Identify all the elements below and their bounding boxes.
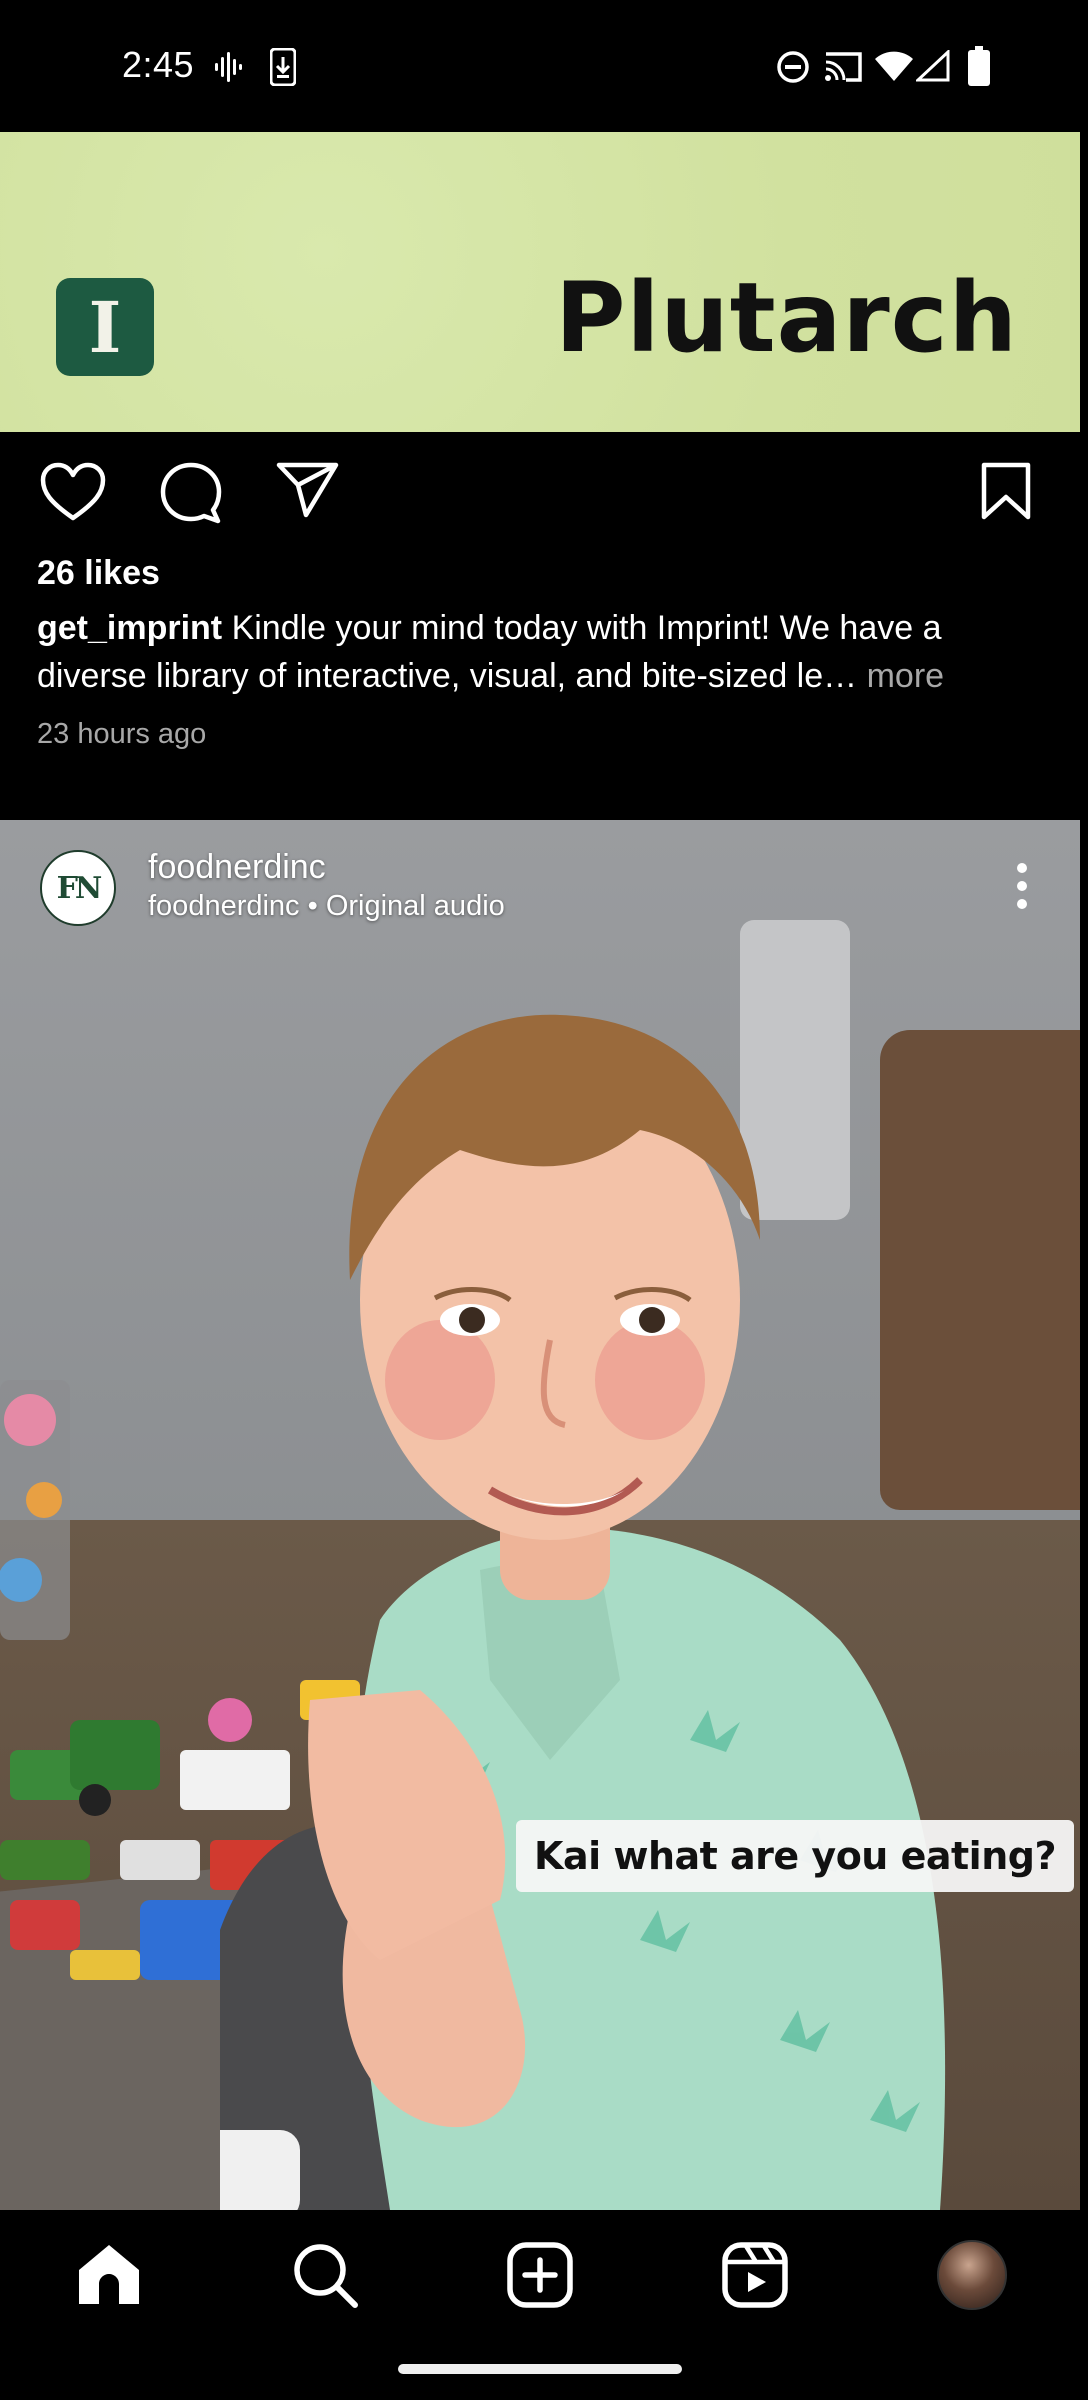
caption-username[interactable]: get_imprint [37, 609, 222, 647]
battery-icon [968, 46, 990, 86]
download-icon [270, 48, 296, 86]
home-indicator[interactable] [398, 2364, 682, 2374]
likes-count[interactable]: 26 likes [37, 554, 160, 593]
reel-author-avatar[interactable]: FN [40, 850, 116, 926]
ad-brand-title: Plutarch [555, 262, 1018, 374]
status-bar: 2:45 [0, 0, 1088, 132]
status-time: 2:45 [122, 44, 195, 85]
share-icon[interactable] [276, 462, 340, 518]
video-caption-overlay: Kai what are you eating? [516, 1820, 1074, 1892]
voicemail-icon [215, 52, 242, 82]
comment-icon[interactable] [158, 462, 224, 524]
wifi-icon [875, 51, 913, 81]
reels-icon[interactable] [720, 2240, 790, 2310]
heart-icon[interactable] [40, 462, 106, 522]
signal-icon [916, 50, 950, 82]
brand-logo: I [56, 278, 154, 376]
reel-video[interactable]: FN foodnerdinc foodnerdinc • Original au… [0, 820, 1080, 2210]
bookmark-icon[interactable] [980, 462, 1032, 520]
home-icon[interactable] [74, 2240, 144, 2310]
create-icon[interactable] [505, 2240, 575, 2310]
post-timestamp: 23 hours ago [37, 718, 207, 750]
more-link[interactable]: more [867, 657, 944, 695]
search-icon[interactable] [290, 2240, 360, 2310]
post-caption: get_imprint Kindle your mind today with … [37, 604, 1037, 700]
ad-banner[interactable]: I Plutarch [0, 132, 1080, 432]
reel-username[interactable]: foodnerdinc [148, 848, 326, 887]
more-options-icon[interactable] [1010, 862, 1034, 910]
child-figure [220, 1014, 946, 2210]
reel-audio-subtitle[interactable]: foodnerdinc • Original audio [148, 890, 505, 923]
profile-avatar[interactable] [937, 2240, 1007, 2310]
do-not-disturb-icon [777, 51, 809, 83]
cast-icon [825, 52, 862, 82]
